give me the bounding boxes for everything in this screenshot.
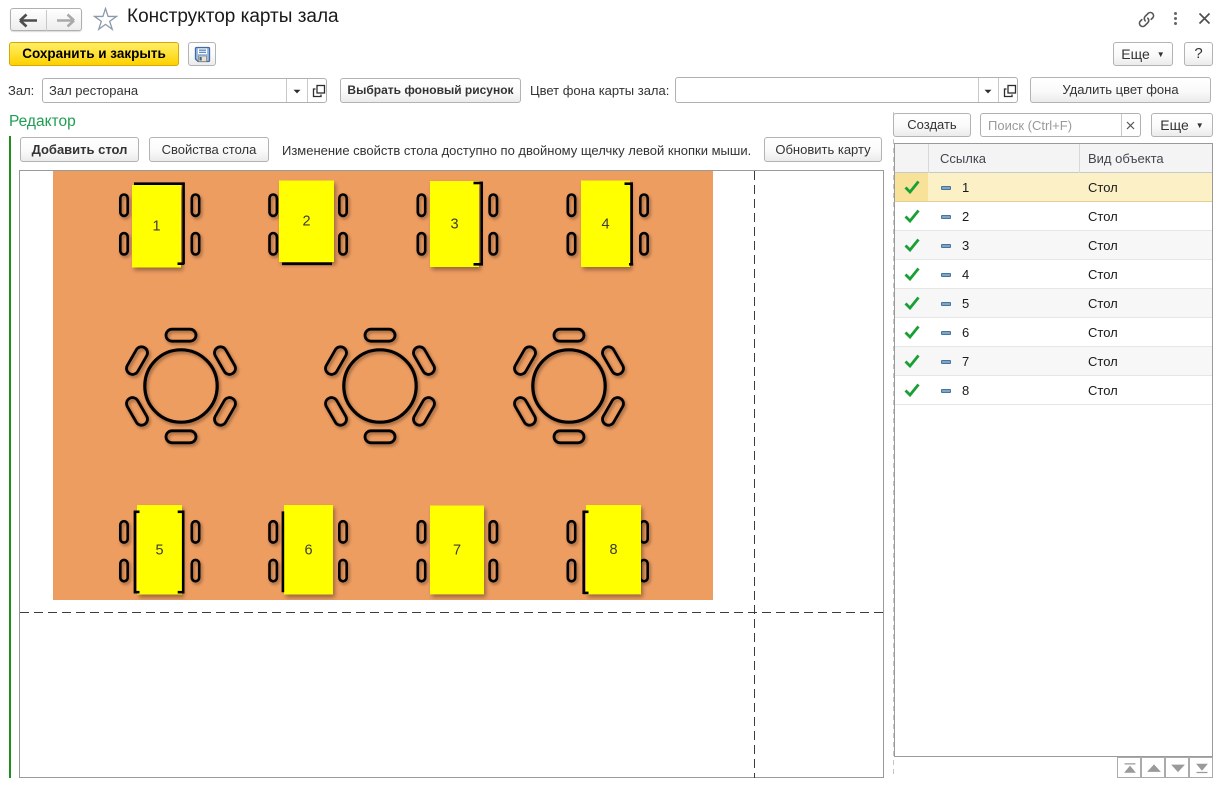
svg-text:8: 8 (609, 542, 617, 558)
svg-text:4: 4 (601, 216, 609, 232)
svg-text:5: 5 (155, 542, 163, 558)
svg-text:1: 1 (152, 219, 160, 235)
svg-text:3: 3 (450, 217, 458, 233)
svg-text:7: 7 (453, 542, 461, 558)
svg-text:6: 6 (304, 542, 312, 558)
svg-text:2: 2 (302, 214, 310, 230)
